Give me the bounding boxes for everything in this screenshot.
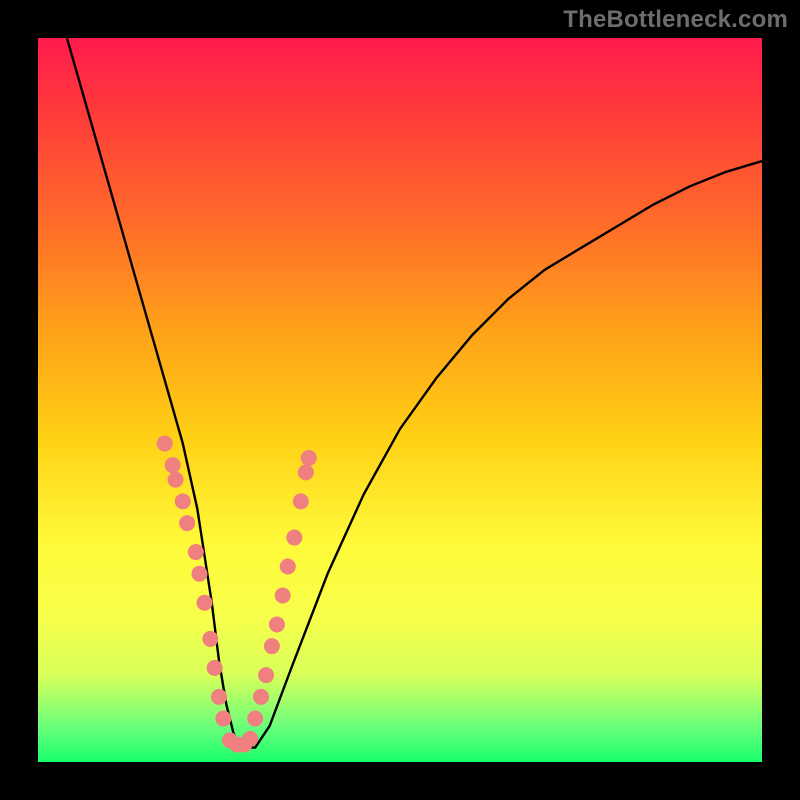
data-point [188, 544, 204, 560]
dots-right-branch [247, 450, 317, 727]
watermark-label: TheBottleneck.com [563, 6, 788, 34]
data-point [298, 464, 314, 480]
data-point [191, 566, 207, 582]
data-point [280, 559, 296, 575]
data-point [253, 689, 269, 705]
bottleneck-curve [67, 38, 762, 748]
data-point [202, 631, 218, 647]
dots-left-branch [157, 435, 232, 726]
data-point [264, 638, 280, 654]
data-point [215, 711, 231, 727]
data-point [242, 731, 258, 747]
data-point [301, 450, 317, 466]
data-point [293, 493, 309, 509]
data-point [247, 711, 263, 727]
data-point [269, 616, 285, 632]
data-point [157, 435, 173, 451]
dots-valley [222, 731, 258, 753]
data-point [258, 667, 274, 683]
data-point [175, 493, 191, 509]
data-point [179, 515, 195, 531]
data-point [211, 689, 227, 705]
data-point [165, 457, 181, 473]
data-point [286, 530, 302, 546]
chart-plot-area [38, 38, 762, 762]
data-point [207, 660, 223, 676]
data-point [275, 587, 291, 603]
data-point [168, 472, 184, 488]
data-point [197, 595, 213, 611]
chart-svg [38, 38, 762, 762]
